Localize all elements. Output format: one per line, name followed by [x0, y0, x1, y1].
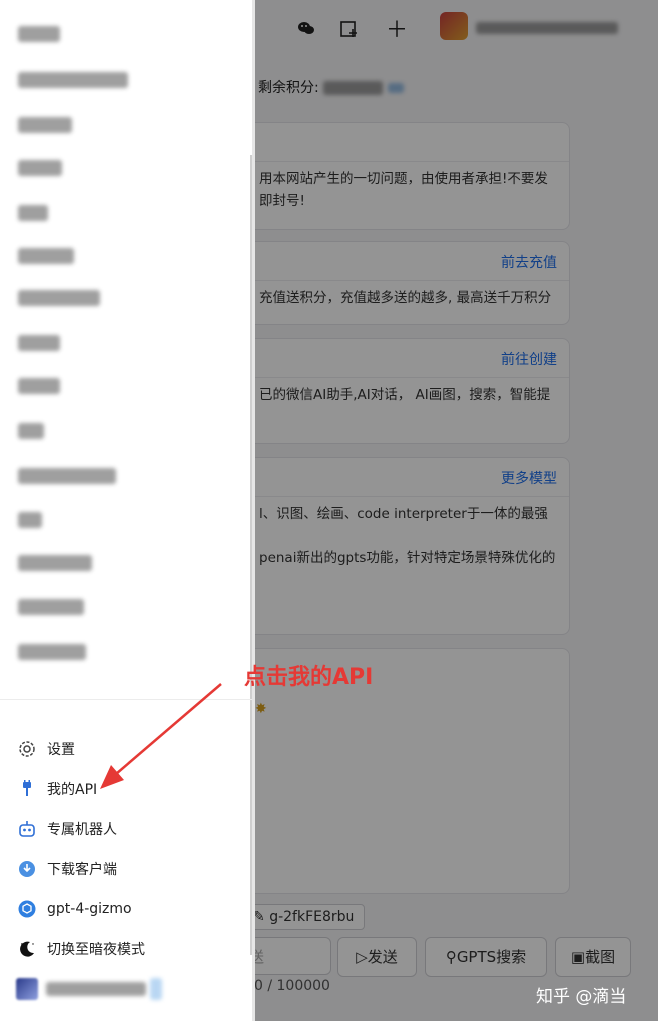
annotation-arrow [100, 683, 222, 789]
watermark: 知乎 @滴当 [536, 987, 627, 1007]
